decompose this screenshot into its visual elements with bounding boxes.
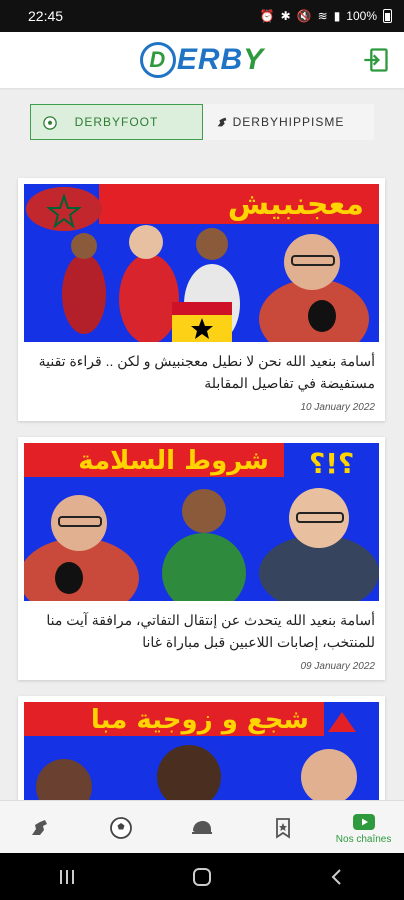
tab-derbyfoot-label: DERBYFOOT — [74, 115, 159, 129]
question-marks: ؟!؟ — [309, 447, 354, 480]
battery-percent: 100% — [346, 9, 377, 23]
nav-nos-chaines[interactable]: Nos chaînes — [323, 801, 404, 854]
tab-derbyhippisme[interactable]: DERBYHIPPISME — [203, 104, 374, 140]
home-icon[interactable] — [191, 866, 213, 888]
system-navigation-bar — [0, 853, 404, 900]
bottom-navigation: Nos chaînes — [0, 800, 404, 854]
battery-icon — [383, 9, 392, 23]
soccer-ball-icon — [43, 116, 57, 130]
soccer-ball-icon — [110, 816, 133, 839]
article-title[interactable]: أسامة بنعيد الله نحن لا نطيل معجنبيش و ل… — [24, 342, 379, 396]
youtube-icon — [352, 814, 375, 830]
banner-text: معجنبيش — [228, 187, 364, 222]
helmet-icon — [191, 820, 212, 834]
derby-logo: D ERB Y — [139, 42, 265, 78]
back-icon[interactable] — [327, 867, 347, 887]
bluetooth-icon: ✱ — [280, 9, 291, 23]
article-date: 10 January 2022 — [300, 402, 375, 413]
logo-mid: ERB — [176, 43, 244, 76]
status-icons: ⏰ ✱ 🔇 ≋ ▮ 100% — [260, 9, 392, 23]
article-image: معجنبيش — [24, 184, 379, 342]
recents-icon[interactable] — [57, 867, 77, 887]
nav-soccer[interactable] — [81, 801, 162, 854]
article-date: 09 January 2022 — [300, 661, 375, 672]
category-tabs: DERBYFOOT DERBYHIPPISME — [30, 104, 374, 140]
article-thumbnail[interactable]: شروط السلامة ؟!؟ — [24, 443, 379, 601]
wifi-icon: ≋ — [317, 9, 328, 23]
article-card[interactable]: شروط السلامة ؟!؟ أسامة بنعيد الله يتحدث … — [18, 437, 385, 680]
banner-text: شجع و زوجية مبا — [91, 705, 309, 735]
login-icon[interactable] — [362, 46, 390, 74]
horse-icon — [217, 117, 227, 127]
logo-end: Y — [243, 43, 265, 76]
article-title[interactable]: أسامة بنعيد الله يتحدث عن إنتقال التفاتي… — [24, 601, 379, 655]
alarm-icon: ⏰ — [259, 9, 275, 23]
banner-text: شروط السلامة — [78, 446, 269, 476]
nav-bookmarks[interactable] — [242, 801, 323, 854]
app-header: D ERB Y — [0, 32, 404, 88]
nav-horse[interactable] — [0, 801, 81, 854]
article-feed: معجنبيش أسامة بنعيد الله نحن لا نطيل معج… — [18, 178, 385, 884]
article-image: شروط السلامة ؟!؟ — [24, 443, 379, 601]
bookmark-star-icon — [275, 817, 290, 839]
status-bar: 22:45 ⏰ ✱ 🔇 ≋ ▮ 100% — [0, 0, 404, 32]
tab-derbyfoot[interactable]: DERBYFOOT — [30, 104, 203, 140]
nav-helmet[interactable] — [162, 801, 243, 854]
article-card[interactable]: معجنبيش أسامة بنعيد الله نحن لا نطيل معج… — [18, 178, 385, 421]
status-time: 22:45 — [28, 8, 64, 24]
tab-derbyhippisme-label: DERBYHIPPISME — [232, 115, 345, 129]
horse-icon — [32, 819, 48, 835]
logo-d: D — [139, 42, 176, 78]
article-thumbnail[interactable]: معجنبيش — [24, 184, 379, 342]
signal-icon: ▮ — [333, 9, 341, 23]
mute-icon: 🔇 — [296, 9, 312, 23]
nav-nos-chaines-label: Nos chaînes — [335, 834, 392, 845]
